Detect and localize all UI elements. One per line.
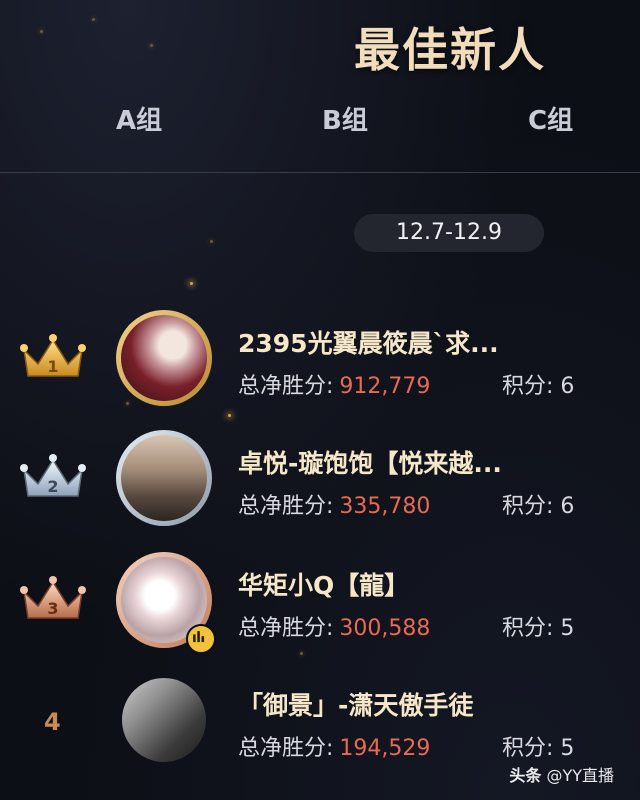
- watermark: 头条 @YY直播: [509, 762, 614, 786]
- points-value: 5: [560, 736, 575, 761]
- points-label: 积分:: [502, 494, 554, 519]
- points-label: 积分:: [502, 374, 554, 399]
- sparkle-decoration: [300, 652, 303, 655]
- points-label: 积分:: [502, 616, 554, 641]
- avatar[interactable]: [116, 310, 212, 406]
- points: 积分: 6: [502, 368, 574, 400]
- avatar[interactable]: [116, 430, 212, 526]
- points-value: 6: [560, 374, 575, 399]
- net-win-value: 300,588: [339, 616, 431, 641]
- net-win-label: 总净胜分:: [238, 736, 334, 761]
- ranking-row[interactable]: 1 2395光翼晨筱晨`求... 总净胜分: 912,779 积分: 6: [0, 310, 640, 410]
- points-value: 6: [560, 494, 575, 519]
- divider: [0, 172, 640, 173]
- points: 积分: 5: [502, 730, 574, 762]
- net-win-value: 912,779: [339, 374, 431, 399]
- svg-text:2: 2: [47, 477, 58, 496]
- tab-group-c[interactable]: C组: [528, 100, 573, 137]
- streamer-name[interactable]: 华矩小Q【龍】: [238, 566, 538, 602]
- net-win-label: 总净胜分:: [238, 374, 334, 399]
- stats-line: 总净胜分: 194,529 积分: 5: [238, 730, 608, 762]
- ranking-row[interactable]: 2 卓悦-璇饱饱【悦来越... 总净胜分: 335,780 积分: 6: [0, 430, 640, 530]
- crown-icon: 3: [20, 576, 86, 619]
- points-label: 积分:: [502, 736, 554, 761]
- sparkle-decoration: [190, 282, 193, 285]
- avatar[interactable]: [116, 672, 212, 768]
- ranking-row[interactable]: 4 「御景」-潇天傲手徒 总净胜分: 194,529 积分: 5: [0, 672, 640, 772]
- date-range-badge: 12.7-12.9: [354, 214, 544, 252]
- sparkle-decoration: [210, 240, 213, 243]
- streamer-name[interactable]: 「御景」-潇天傲手徒: [238, 686, 538, 722]
- svg-text:1: 1: [47, 357, 58, 376]
- net-win-value: 194,529: [339, 736, 431, 761]
- net-win-value: 335,780: [339, 494, 431, 519]
- svg-text:3: 3: [47, 599, 58, 618]
- crown-icon: 2: [20, 454, 86, 497]
- points: 积分: 5: [502, 610, 574, 642]
- points-value: 5: [560, 616, 575, 641]
- group-tabs: A组 B组 C组: [0, 100, 640, 140]
- sparkle-decoration: [228, 414, 231, 417]
- stats-line: 总净胜分: 912,779 积分: 6: [238, 368, 608, 400]
- net-win-label: 总净胜分:: [238, 616, 334, 641]
- tab-group-b[interactable]: B组: [322, 100, 368, 137]
- crown-icon: 1: [20, 334, 86, 377]
- tab-group-a[interactable]: A组: [116, 100, 162, 137]
- watermark-platform: 头条: [509, 766, 542, 785]
- page-title: 最佳新人: [354, 23, 546, 77]
- streamer-name[interactable]: 2395光翼晨筱晨`求...: [238, 324, 538, 360]
- live-bars-icon: [186, 624, 216, 654]
- avatar[interactable]: [116, 552, 216, 654]
- watermark-account: @YY直播: [546, 766, 614, 785]
- net-win-label: 总净胜分:: [238, 494, 334, 519]
- rank-number: 4: [44, 708, 61, 736]
- points: 积分: 6: [502, 488, 574, 520]
- stats-line: 总净胜分: 335,780 积分: 6: [238, 488, 608, 520]
- ranking-row[interactable]: 3 华矩小Q【龍】 总净胜分: 300,588 积分: 5: [0, 552, 640, 654]
- stats-line: 总净胜分: 300,588 积分: 5: [238, 610, 608, 642]
- streamer-name[interactable]: 卓悦-璇饱饱【悦来越...: [238, 444, 538, 480]
